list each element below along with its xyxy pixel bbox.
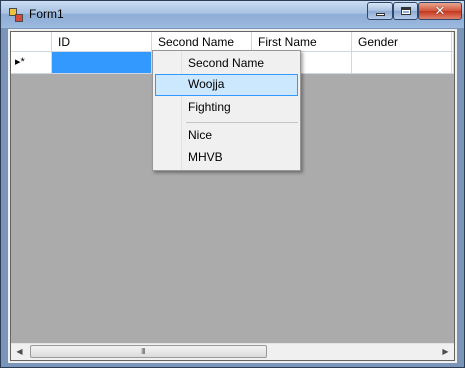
column-header-gender[interactable]: Gender — [352, 32, 452, 52]
close-button[interactable]: ✕ — [418, 2, 462, 20]
maximize-icon — [401, 7, 411, 15]
close-icon: ✕ — [434, 3, 446, 18]
app-icon[interactable] — [9, 8, 23, 22]
horizontal-scrollbar[interactable]: ◀ III ▶ — [11, 343, 454, 360]
dropdown-item[interactable]: Fighting — [155, 97, 298, 119]
dropdown-item[interactable]: Second Name — [155, 53, 298, 75]
menu-separator — [186, 122, 298, 123]
combobox-dropdown-list[interactable]: Second Name Woojja Fighting Nice MHVB — [152, 50, 301, 171]
scroll-left-icon[interactable]: ◀ — [11, 344, 28, 360]
column-header-second-name[interactable]: Second Name — [152, 32, 252, 52]
window-title: Form1 — [29, 7, 64, 21]
maximize-button[interactable] — [393, 2, 418, 20]
minimize-button[interactable] — [367, 2, 393, 20]
cell-gender[interactable] — [352, 52, 452, 74]
form-window: Form1 ✕ ID Second Name First Name Gender… — [0, 0, 465, 368]
scroll-thumb[interactable]: III — [30, 345, 267, 358]
title-bar[interactable]: Form1 ✕ — [1, 1, 464, 28]
cell-id[interactable] — [52, 52, 152, 74]
cell-filler — [452, 52, 454, 74]
dropdown-item[interactable]: Nice — [155, 125, 298, 147]
minimize-icon — [376, 13, 385, 16]
new-row-icon[interactable]: ▸* — [11, 52, 52, 74]
column-header-first-name[interactable]: First Name — [252, 32, 352, 52]
grip-icon: III — [141, 347, 146, 356]
select-all-header[interactable] — [11, 32, 52, 52]
column-header-id[interactable]: ID — [52, 32, 152, 52]
column-header-filler — [452, 32, 454, 52]
scroll-right-icon[interactable]: ▶ — [437, 344, 454, 360]
dropdown-item-highlighted[interactable]: Woojja — [155, 74, 298, 96]
dropdown-item[interactable]: MHVB — [155, 147, 298, 169]
